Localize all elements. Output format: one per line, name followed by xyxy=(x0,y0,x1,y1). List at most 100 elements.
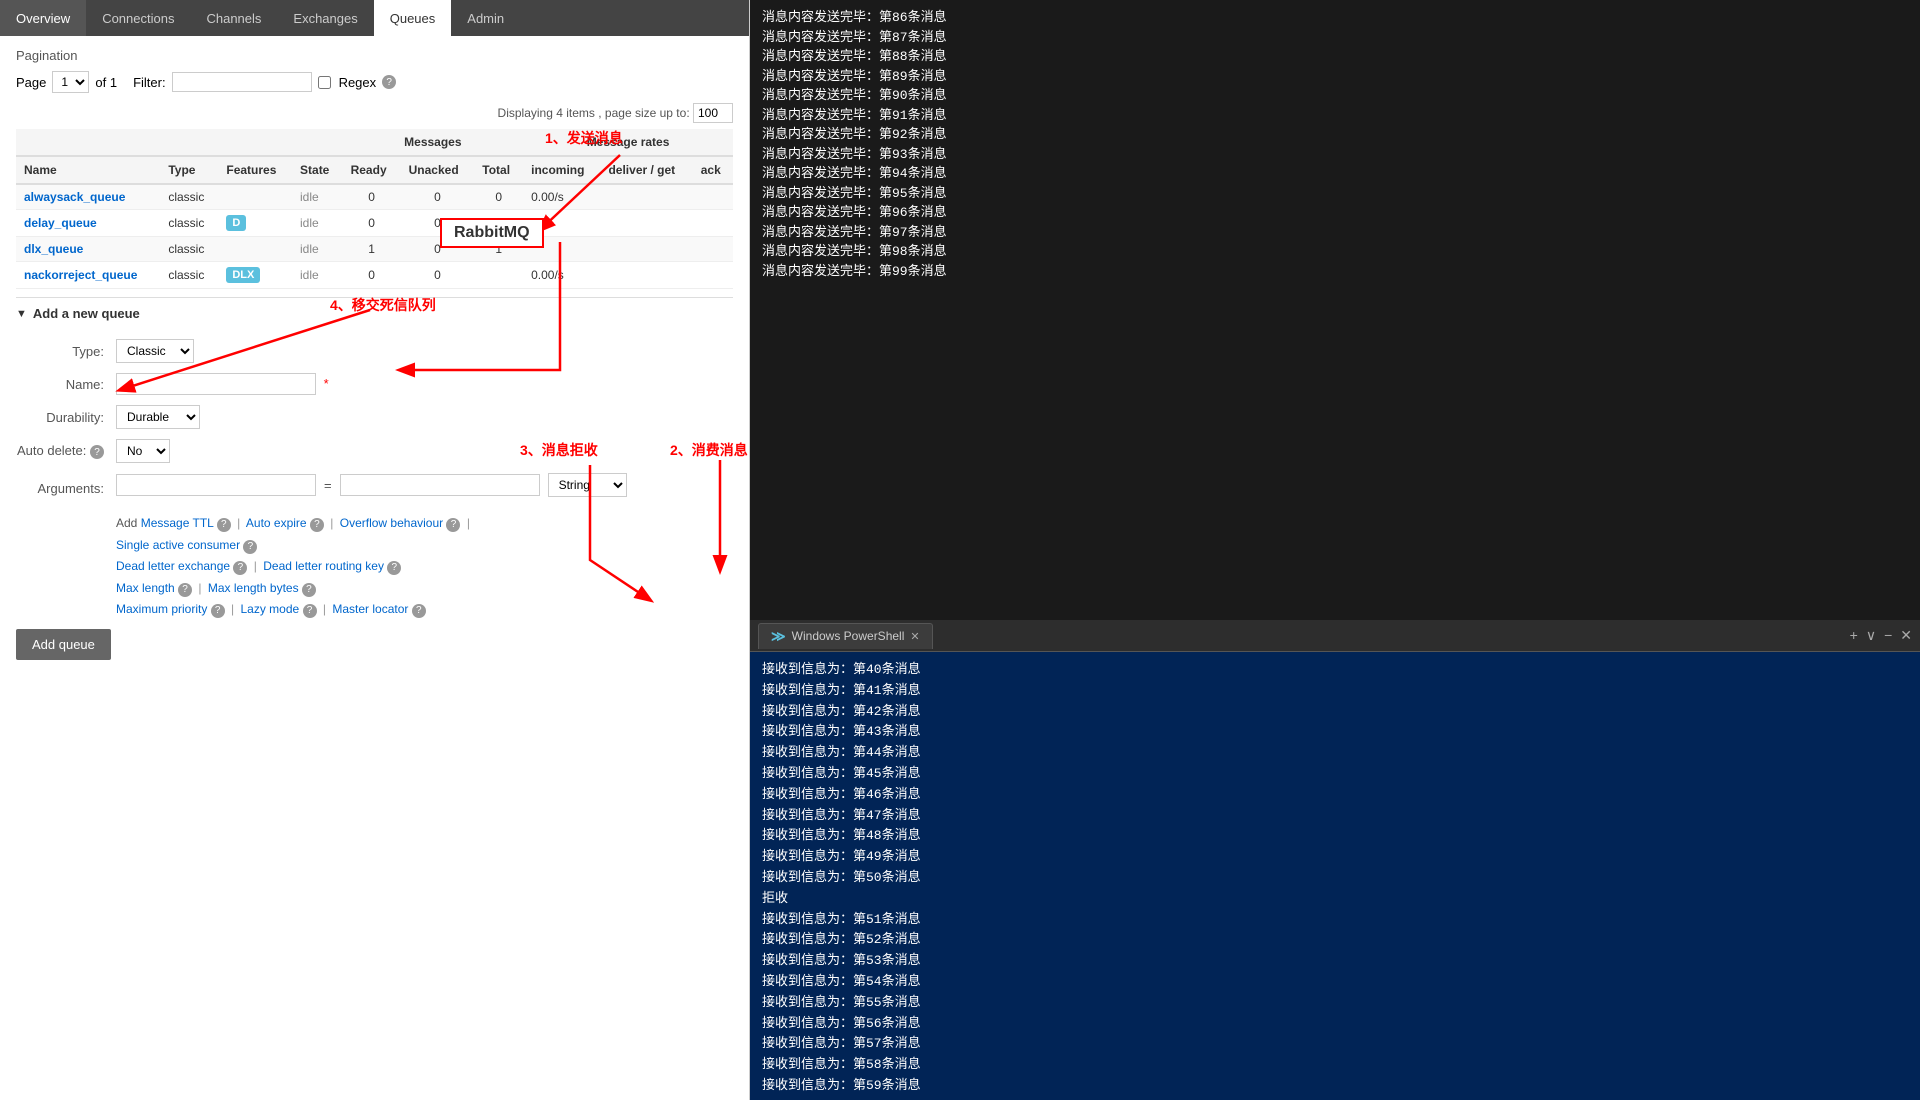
queue-name-link[interactable]: dlx_queue xyxy=(24,242,83,256)
th-type: Type xyxy=(160,156,218,184)
queue-state-cell: idle xyxy=(292,184,343,210)
terminal-line: 消息内容发送完毕：第88条消息 xyxy=(762,47,1908,67)
terminal-line: 接收到信息为：第45条消息 xyxy=(762,764,1908,785)
arg-links: Add Message TTL ? | Auto expire ? | Over… xyxy=(116,513,733,621)
queue-total-cell: 1 xyxy=(474,237,523,262)
queue-type-cell: classic xyxy=(160,184,218,210)
add-queue-button[interactable]: Add queue xyxy=(16,629,111,660)
link-dead-letter-routing-key[interactable]: Dead letter routing key xyxy=(263,559,384,573)
link-single-active-consumer[interactable]: Single active consumer xyxy=(116,538,240,552)
sep4: | xyxy=(254,559,257,573)
feature-badge: DLX xyxy=(226,267,260,283)
lazy-mode-help-icon[interactable]: ? xyxy=(303,604,317,618)
filter-input[interactable] xyxy=(172,72,312,92)
regex-help-icon[interactable]: ? xyxy=(382,75,396,89)
terminal-line: 接收到信息为：第53条消息 xyxy=(762,951,1908,972)
max-priority-help-icon[interactable]: ? xyxy=(211,604,225,618)
nav-admin[interactable]: Admin xyxy=(451,0,520,36)
sep1: | xyxy=(237,516,240,530)
arg-value-input[interactable] xyxy=(340,474,540,496)
th-name: Name xyxy=(16,156,160,184)
queue-type-cell: classic xyxy=(160,262,218,289)
collapse-arrow-icon: ▼ xyxy=(16,308,27,320)
queue-unacked-cell: 0 xyxy=(401,184,475,210)
arg-type-select[interactable]: String Number Boolean xyxy=(548,473,627,497)
link-overflow-behaviour[interactable]: Overflow behaviour xyxy=(340,516,443,530)
queue-unacked-cell: 0 xyxy=(401,237,475,262)
link-dead-letter-exchange[interactable]: Dead letter exchange xyxy=(116,559,230,573)
link-max-length-bytes[interactable]: Max length bytes xyxy=(208,581,299,595)
terminal-line: 接收到信息为：第51条消息 xyxy=(762,910,1908,931)
sep2: | xyxy=(330,516,333,530)
arguments-input-container: = String Number Boolean xyxy=(116,473,733,503)
durability-input: Durable Transient xyxy=(116,405,733,429)
terminal-line: 接收到信息为：第40条消息 xyxy=(762,660,1908,681)
table-row: alwaysack_queue classic idle 0 0 0 0.00/… xyxy=(16,184,733,210)
queue-state-cell: idle xyxy=(292,237,343,262)
max-length-help-icon[interactable]: ? xyxy=(178,583,192,597)
master-locator-help-icon[interactable]: ? xyxy=(412,604,426,618)
terminal-add-icon[interactable]: + xyxy=(1850,627,1858,644)
powershell-close-icon[interactable]: ✕ xyxy=(910,630,919,643)
form-row-name: Name: * xyxy=(16,373,733,395)
queue-name-link[interactable]: delay_queue xyxy=(24,216,97,230)
terminal-line: 接收到信息为：第56条消息 xyxy=(762,1014,1908,1035)
queue-name-link[interactable]: alwaysack_queue xyxy=(24,190,125,204)
th-total: Total xyxy=(474,156,523,184)
powershell-tab[interactable]: ≫ Windows PowerShell ✕ xyxy=(758,623,933,649)
pagination-section-title: Pagination xyxy=(16,48,733,63)
queue-ready-cell: 0 xyxy=(343,184,401,210)
page-select[interactable]: 1 xyxy=(52,71,89,93)
terminal-chevron-icon[interactable]: ∨ xyxy=(1866,627,1876,644)
form-row-auto-delete: Auto delete: ? No Yes xyxy=(16,439,733,463)
add-queue-header[interactable]: ▼ Add a new queue xyxy=(16,297,733,329)
terminal-line: 接收到信息为：第47条消息 xyxy=(762,806,1908,827)
nav-exchanges[interactable]: Exchanges xyxy=(277,0,373,36)
th-message-rates: Message rates xyxy=(523,129,733,156)
regex-checkbox[interactable] xyxy=(318,76,331,89)
queue-total-cell: 0 xyxy=(474,184,523,210)
queue-name-cell: dlx_queue xyxy=(16,237,160,262)
th-features: Features xyxy=(218,156,292,184)
auto-expire-help-icon[interactable]: ? xyxy=(310,518,324,532)
link-master-locator[interactable]: Master locator xyxy=(332,602,408,616)
queue-total-cell xyxy=(474,262,523,289)
link-message-ttl[interactable]: Message TTL xyxy=(141,516,214,530)
terminal-line: 消息内容发送完毕：第98条消息 xyxy=(762,242,1908,262)
th-ack: ack xyxy=(693,156,733,184)
queue-name-link[interactable]: nackorreject_queue xyxy=(24,268,137,282)
link-max-length[interactable]: Max length xyxy=(116,581,175,595)
terminal-line: 消息内容发送完毕：第97条消息 xyxy=(762,223,1908,243)
type-select[interactable]: Classic Quorum xyxy=(116,339,194,363)
queue-deliver-cell xyxy=(600,237,692,262)
dead-letter-routing-help-icon[interactable]: ? xyxy=(387,561,401,575)
dead-letter-exchange-help-icon[interactable]: ? xyxy=(233,561,247,575)
link-lazy-mode[interactable]: Lazy mode xyxy=(241,602,300,616)
queue-incoming-cell: 0.00/s xyxy=(523,262,600,289)
add-label: Add xyxy=(116,516,137,530)
auto-delete-help-icon[interactable]: ? xyxy=(90,445,104,459)
auto-delete-select[interactable]: No Yes xyxy=(116,439,170,463)
link-auto-expire[interactable]: Auto expire xyxy=(246,516,307,530)
durability-select[interactable]: Durable Transient xyxy=(116,405,200,429)
page-size-input[interactable] xyxy=(693,103,733,123)
queue-ack-cell xyxy=(693,210,733,237)
queue-name-cell: nackorreject_queue xyxy=(16,262,160,289)
arg-key-input[interactable] xyxy=(116,474,316,496)
arguments-label: Arguments: xyxy=(16,481,116,496)
terminal-maximize-icon[interactable]: ✕ xyxy=(1900,627,1912,644)
nav-channels[interactable]: Channels xyxy=(190,0,277,36)
nav-overview[interactable]: Overview xyxy=(0,0,86,36)
message-ttl-help-icon[interactable]: ? xyxy=(217,518,231,532)
single-active-help-icon[interactable]: ? xyxy=(243,540,257,554)
queue-total-cell xyxy=(474,210,523,237)
queue-name-input[interactable] xyxy=(116,373,316,395)
nav-connections[interactable]: Connections xyxy=(86,0,190,36)
form-row-arguments: Arguments: = String Number Boolean xyxy=(16,473,733,503)
terminal-line: 接收到信息为：第57条消息 xyxy=(762,1034,1908,1055)
link-maximum-priority[interactable]: Maximum priority xyxy=(116,602,207,616)
overflow-help-icon[interactable]: ? xyxy=(446,518,460,532)
nav-queues[interactable]: Queues xyxy=(374,0,452,36)
max-length-bytes-help-icon[interactable]: ? xyxy=(302,583,316,597)
terminal-minimize-icon[interactable]: − xyxy=(1884,627,1892,644)
